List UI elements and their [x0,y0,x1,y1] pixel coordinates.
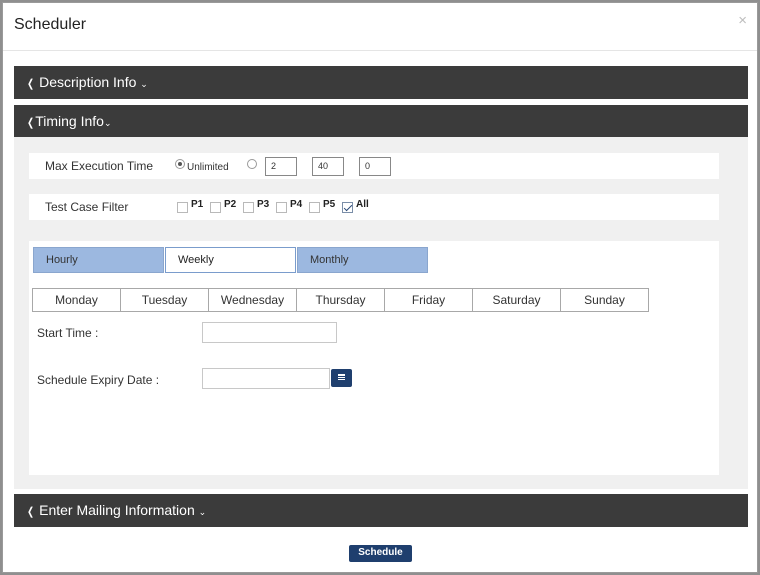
day-monday[interactable]: Monday [32,288,121,312]
section-timing-label: Timing Info [35,113,104,129]
p3-label: P3 [257,199,270,210]
weekday-selector: Monday Tuesday Wednesday Thursday Friday… [32,288,649,312]
p2-label: P2 [224,199,237,210]
scheduler-modal: Scheduler × ❮ Description Info ⌄ ❮Timing… [2,2,758,573]
section-mailing-label: Enter Mailing Information [39,502,195,518]
p4-checkbox[interactable] [276,202,287,213]
day-sunday[interactable]: Sunday [560,288,649,312]
chevron-down-icon: ⌄ [140,79,148,89]
chevron-down-icon: ⌄ [198,507,207,517]
minutes-input[interactable]: 40 [312,157,344,176]
day-friday[interactable]: Friday [384,288,473,312]
chevron-left-icon: ❮ [27,117,35,129]
expiry-date-input[interactable] [202,368,330,389]
unlimited-label: Unlimited [187,162,229,173]
p3-checkbox[interactable] [243,202,254,213]
section-mailing-info[interactable]: ❮ Enter Mailing Information ⌄ [14,494,748,527]
tab-monthly[interactable]: Monthly [297,247,428,273]
day-saturday[interactable]: Saturday [472,288,561,312]
tab-hourly[interactable]: Hourly [33,247,164,273]
timing-info-body: Max Execution Time Unlimited 2 40 0 Test… [14,137,748,489]
tab-weekly[interactable]: Weekly [165,247,296,273]
chevron-down-icon: ⌄ [103,118,112,128]
all-checkbox[interactable] [342,202,353,213]
seconds-input[interactable]: 0 [359,157,391,176]
day-tuesday[interactable]: Tuesday [120,288,209,312]
p1-label: P1 [191,199,204,210]
unlimited-radio[interactable] [175,159,185,169]
section-timing-info[interactable]: ❮Timing Info⌄ [14,105,748,138]
start-time-label: Start Time : [37,326,99,340]
section-description-label: Description Info [39,74,137,90]
chevron-left-icon: ❮ [27,506,35,518]
expiry-date-label: Schedule Expiry Date : [37,373,160,387]
schedule-panel: Hourly Weekly Monthly Monday Tuesday Wed… [29,241,719,475]
max-execution-row: Max Execution Time Unlimited 2 40 0 [29,153,719,179]
hours-input[interactable]: 2 [265,157,297,176]
test-case-filter-row: Test Case Filter P1 P2 P3 P4 P5 All [29,194,719,220]
p2-checkbox[interactable] [210,202,221,213]
close-icon[interactable]: × [738,12,747,29]
day-wednesday[interactable]: Wednesday [208,288,297,312]
schedule-button[interactable]: Schedule [349,545,412,562]
p1-checkbox[interactable] [177,202,188,213]
modal-header: Scheduler × [3,3,757,51]
calendar-icon[interactable] [331,369,352,387]
day-thursday[interactable]: Thursday [296,288,385,312]
all-label: All [356,199,369,210]
custom-time-radio[interactable] [247,159,257,169]
p5-checkbox[interactable] [309,202,320,213]
p4-label: P4 [290,199,303,210]
test-case-filter-label: Test Case Filter [45,200,129,214]
start-time-input[interactable] [202,322,337,343]
modal-title: Scheduler [14,16,87,33]
chevron-left-icon: ❮ [27,78,35,90]
section-description-info[interactable]: ❮ Description Info ⌄ [14,66,748,99]
p5-label: P5 [323,199,336,210]
max-execution-label: Max Execution Time [45,159,154,173]
